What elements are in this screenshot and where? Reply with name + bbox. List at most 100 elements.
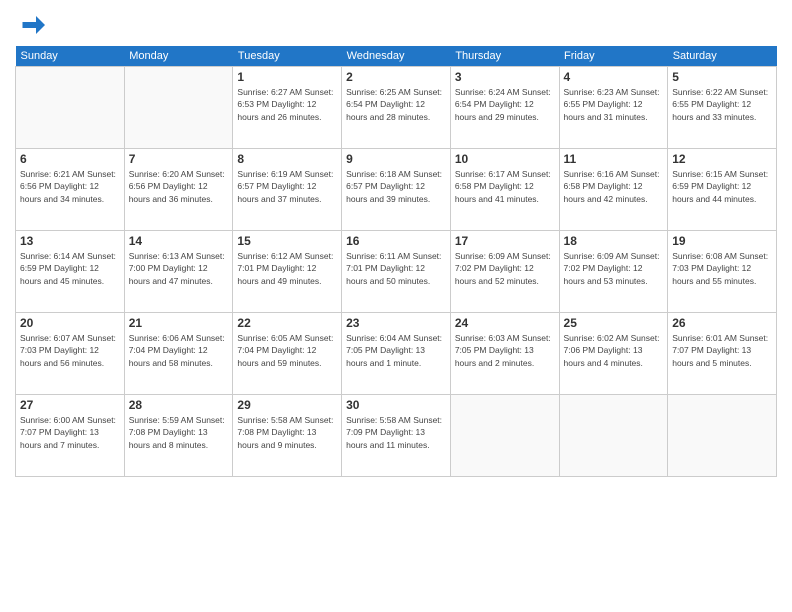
- calendar-cell: 29Sunrise: 5:58 AM Sunset: 7:08 PM Dayli…: [233, 395, 342, 477]
- calendar-cell: 8 Sunrise: 6:19 AM Sunset: 6:57 PM Daylig…: [233, 149, 342, 231]
- day-info: Sunrise: 6:18 AM Sunset: 6:57 PM Dayligh…: [346, 168, 446, 205]
- day-number: 9: [346, 152, 446, 166]
- calendar-cell: 23Sunrise: 6:04 AM Sunset: 7:05 PM Dayli…: [342, 313, 451, 395]
- calendar-cell: 28 Sunrise: 5:59 AM Sunset: 7:08 PM Dayli…: [124, 395, 233, 477]
- calendar-cell: 25 Sunrise: 6:02 AM Sunset: 7:06 PM Dayli…: [559, 313, 668, 395]
- header: [15, 10, 777, 40]
- calendar-cell: 26 Sunrise: 6:01 AM Sunset: 7:07 PM Dayli…: [668, 313, 777, 395]
- day-number: 27: [20, 398, 120, 412]
- day-number: 8: [237, 152, 337, 166]
- logo: [15, 10, 49, 40]
- calendar-cell: 20 Sunrise: 6:07 AM Sunset: 7:03 PM Dayli…: [16, 313, 125, 395]
- day-info: Sunrise: 6:24 AM Sunset: 6:54 PM Dayligh…: [455, 86, 555, 123]
- day-info: Sunrise: 6:17 AM Sunset: 6:58 PM Dayligh…: [455, 168, 555, 205]
- calendar-cell: 19 Sunrise: 6:08 AM Sunset: 7:03 PM Dayli…: [668, 231, 777, 313]
- calendar: SundayMondayTuesdayWednesdayThursdayFrid…: [15, 46, 777, 477]
- day-info: Sunrise: 5:58 AM Sunset: 7:09 PM Dayligh…: [346, 414, 446, 451]
- calendar-cell: 3 Sunrise: 6:24 AM Sunset: 6:54 PM Daylig…: [450, 67, 559, 149]
- day-info: Sunrise: 6:25 AM Sunset: 6:54 PM Dayligh…: [346, 86, 446, 123]
- day-number: 21: [129, 316, 229, 330]
- day-number: 6: [20, 152, 120, 166]
- calendar-cell: 2 Sunrise: 6:25 AM Sunset: 6:54 PM Daylig…: [342, 67, 451, 149]
- weekday-header: Friday: [559, 46, 668, 67]
- calendar-cell: 9 Sunrise: 6:18 AM Sunset: 6:57 PM Daylig…: [342, 149, 451, 231]
- day-number: 20: [20, 316, 120, 330]
- day-number: 24: [455, 316, 555, 330]
- day-number: 4: [564, 70, 664, 84]
- day-info: Sunrise: 6:05 AM Sunset: 7:04 PM Dayligh…: [237, 332, 337, 369]
- day-number: 16: [346, 234, 446, 248]
- calendar-cell: 11 Sunrise: 6:16 AM Sunset: 6:58 PM Dayli…: [559, 149, 668, 231]
- day-info: Sunrise: 6:07 AM Sunset: 7:03 PM Dayligh…: [20, 332, 120, 369]
- day-number: 7: [129, 152, 229, 166]
- weekday-header-row: SundayMondayTuesdayWednesdayThursdayFrid…: [16, 46, 777, 67]
- calendar-week-row: 6 Sunrise: 6:21 AM Sunset: 6:56 PM Daylig…: [16, 149, 777, 231]
- day-info: Sunrise: 6:20 AM Sunset: 6:56 PM Dayligh…: [129, 168, 229, 205]
- calendar-cell: [668, 395, 777, 477]
- calendar-cell: [450, 395, 559, 477]
- page: SundayMondayTuesdayWednesdayThursdayFrid…: [0, 0, 792, 612]
- day-info: Sunrise: 6:02 AM Sunset: 7:06 PM Dayligh…: [564, 332, 664, 369]
- day-info: Sunrise: 5:58 AM Sunset: 7:08 PM Dayligh…: [237, 414, 337, 451]
- day-info: Sunrise: 6:27 AM Sunset: 6:53 PM Dayligh…: [237, 86, 337, 123]
- calendar-cell: 18 Sunrise: 6:09 AM Sunset: 7:02 PM Dayli…: [559, 231, 668, 313]
- day-number: 17: [455, 234, 555, 248]
- calendar-week-row: 13Sunrise: 6:14 AM Sunset: 6:59 PM Dayli…: [16, 231, 777, 313]
- calendar-cell: 1Sunrise: 6:27 AM Sunset: 6:53 PM Daylig…: [233, 67, 342, 149]
- calendar-cell: 15 Sunrise: 6:12 AM Sunset: 7:01 PM Dayli…: [233, 231, 342, 313]
- day-number: 10: [455, 152, 555, 166]
- day-info: Sunrise: 6:09 AM Sunset: 7:02 PM Dayligh…: [564, 250, 664, 287]
- day-number: 30: [346, 398, 446, 412]
- day-number: 26: [672, 316, 772, 330]
- calendar-week-row: 1Sunrise: 6:27 AM Sunset: 6:53 PM Daylig…: [16, 67, 777, 149]
- day-info: Sunrise: 5:59 AM Sunset: 7:08 PM Dayligh…: [129, 414, 229, 451]
- day-info: Sunrise: 6:12 AM Sunset: 7:01 PM Dayligh…: [237, 250, 337, 287]
- day-number: 3: [455, 70, 555, 84]
- day-number: 28: [129, 398, 229, 412]
- day-number: 25: [564, 316, 664, 330]
- weekday-header: Tuesday: [233, 46, 342, 67]
- day-number: 19: [672, 234, 772, 248]
- calendar-cell: 30 Sunrise: 5:58 AM Sunset: 7:09 PM Dayli…: [342, 395, 451, 477]
- calendar-week-row: 20 Sunrise: 6:07 AM Sunset: 7:03 PM Dayli…: [16, 313, 777, 395]
- day-info: Sunrise: 6:08 AM Sunset: 7:03 PM Dayligh…: [672, 250, 772, 287]
- calendar-cell: 6 Sunrise: 6:21 AM Sunset: 6:56 PM Daylig…: [16, 149, 125, 231]
- calendar-cell: 22 Sunrise: 6:05 AM Sunset: 7:04 PM Dayli…: [233, 313, 342, 395]
- calendar-cell: 5Sunrise: 6:22 AM Sunset: 6:55 PM Daylig…: [668, 67, 777, 149]
- calendar-week-row: 27 Sunrise: 6:00 AM Sunset: 7:07 PM Dayli…: [16, 395, 777, 477]
- day-number: 12: [672, 152, 772, 166]
- day-number: 11: [564, 152, 664, 166]
- calendar-cell: 16 Sunrise: 6:11 AM Sunset: 7:01 PM Dayli…: [342, 231, 451, 313]
- day-number: 22: [237, 316, 337, 330]
- calendar-cell: 17Sunrise: 6:09 AM Sunset: 7:02 PM Dayli…: [450, 231, 559, 313]
- day-info: Sunrise: 6:11 AM Sunset: 7:01 PM Dayligh…: [346, 250, 446, 287]
- weekday-header: Thursday: [450, 46, 559, 67]
- calendar-cell: 10 Sunrise: 6:17 AM Sunset: 6:58 PM Dayli…: [450, 149, 559, 231]
- day-number: 23: [346, 316, 446, 330]
- day-number: 2: [346, 70, 446, 84]
- day-number: 15: [237, 234, 337, 248]
- day-info: Sunrise: 6:03 AM Sunset: 7:05 PM Dayligh…: [455, 332, 555, 369]
- calendar-cell: 7 Sunrise: 6:20 AM Sunset: 6:56 PM Daylig…: [124, 149, 233, 231]
- calendar-cell: 13Sunrise: 6:14 AM Sunset: 6:59 PM Dayli…: [16, 231, 125, 313]
- calendar-cell: [559, 395, 668, 477]
- day-info: Sunrise: 6:23 AM Sunset: 6:55 PM Dayligh…: [564, 86, 664, 123]
- day-info: Sunrise: 6:16 AM Sunset: 6:58 PM Dayligh…: [564, 168, 664, 205]
- calendar-cell: [16, 67, 125, 149]
- day-info: Sunrise: 6:01 AM Sunset: 7:07 PM Dayligh…: [672, 332, 772, 369]
- calendar-cell: 24 Sunrise: 6:03 AM Sunset: 7:05 PM Dayli…: [450, 313, 559, 395]
- day-info: Sunrise: 6:00 AM Sunset: 7:07 PM Dayligh…: [20, 414, 120, 451]
- weekday-header: Wednesday: [342, 46, 451, 67]
- weekday-header: Saturday: [668, 46, 777, 67]
- calendar-cell: 4 Sunrise: 6:23 AM Sunset: 6:55 PM Daylig…: [559, 67, 668, 149]
- calendar-cell: 14Sunrise: 6:13 AM Sunset: 7:00 PM Dayli…: [124, 231, 233, 313]
- weekday-header: Monday: [124, 46, 233, 67]
- weekday-header: Sunday: [16, 46, 125, 67]
- day-number: 13: [20, 234, 120, 248]
- day-info: Sunrise: 6:19 AM Sunset: 6:57 PM Dayligh…: [237, 168, 337, 205]
- day-number: 5: [672, 70, 772, 84]
- logo-icon: [15, 10, 45, 40]
- day-number: 18: [564, 234, 664, 248]
- day-info: Sunrise: 6:21 AM Sunset: 6:56 PM Dayligh…: [20, 168, 120, 205]
- calendar-cell: [124, 67, 233, 149]
